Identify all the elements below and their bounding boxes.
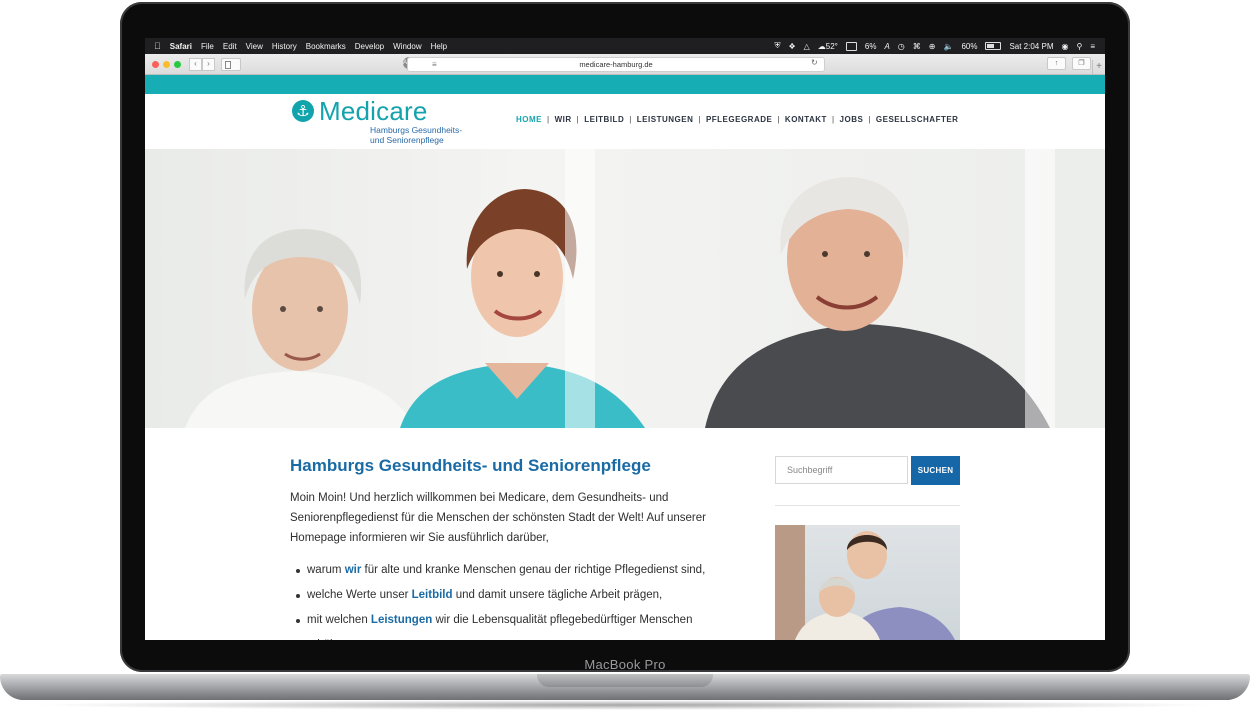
close-window-icon[interactable] [152, 60, 159, 68]
sidebar-photo [775, 525, 960, 640]
link-leistungen[interactable]: Leistungen [371, 614, 432, 626]
site-tagline: Hamburgs Gesundheits- und Seniorenpflege [370, 125, 462, 145]
tagline-line-2: und Seniorenpflege [370, 135, 444, 145]
shield-icon[interactable]: ⛨ [774, 41, 780, 51]
main-content: Hamburgs Gesundheits- und Seniorenpflege… [145, 428, 1105, 640]
site-header: ⚓ Medicare Hamburgs Gesundheits- und Sen… [145, 94, 1105, 149]
sidebar-photo-illustration [775, 525, 955, 640]
laptop-shadow [30, 700, 1220, 710]
link-leitbild[interactable]: Leitbild [412, 589, 453, 601]
search-input[interactable]: Suchbegriff [775, 456, 908, 484]
elderly-woman-figure [185, 229, 415, 428]
time-machine-icon[interactable]: ◷ [898, 42, 905, 51]
wall-stripe [565, 149, 595, 428]
bullet-dot [296, 569, 300, 573]
nurse-figure [400, 189, 645, 428]
search-button[interactable]: SUCHEN [911, 456, 960, 485]
laptop-notch [537, 674, 713, 687]
address-bar[interactable]: ≡ medicare-hamburg.de [407, 57, 825, 72]
bullet-text: für alte und kranke Menschen genau der r… [361, 564, 706, 576]
nav-gesellschafter[interactable]: GESELLSCHAFTER [871, 115, 964, 124]
list-item: welche Werte unser Leitbild und damit un… [290, 583, 710, 608]
menubar-clock[interactable]: Sat 2:04 PM [1009, 42, 1053, 51]
anchor-icon[interactable]: ⚓ [292, 100, 314, 122]
elderly-man-figure [705, 177, 1050, 428]
nav-leitbild[interactable]: LEITBILD [579, 115, 629, 124]
memory-icon[interactable] [845, 41, 857, 51]
macos-menubar:  Safari File Edit View History Bookmark… [145, 38, 1105, 54]
sidebar-divider [775, 505, 960, 506]
main-navigation: HOME | WIR | LEITBILD | LEISTUNGEN | PFLEGEG… [516, 115, 963, 124]
laptop-screen:  Safari File Edit View History Bookmark… [145, 38, 1105, 640]
nav-jobs[interactable]: JOBS [835, 115, 869, 124]
device-label: MacBook Pro [584, 657, 666, 672]
nav-pflegegrade[interactable]: PFLEGEGRADE [701, 115, 777, 124]
bullet-dot [296, 619, 300, 623]
battery-icon[interactable] [985, 42, 1002, 50]
weather-temperature[interactable]: ☁52° [818, 42, 838, 51]
bullet-dot [296, 594, 300, 598]
forward-button[interactable]: › [202, 57, 215, 71]
new-tab-button[interactable]: + [1092, 60, 1105, 74]
wall-stripe [1025, 149, 1055, 428]
nav-kontakt[interactable]: KONTAKT [780, 115, 832, 124]
menu-file[interactable]: File [201, 42, 214, 51]
menu-bookmarks[interactable]: Bookmarks [306, 42, 346, 51]
bullet-text: und damit unsere tägliche Arbeit prägen, [452, 589, 663, 601]
menu-help[interactable]: Help [431, 42, 447, 51]
safari-toolbar: ‹ › ABP ≡ medicare-hamburg.de ↻ ↑ ❐ + [145, 54, 1105, 75]
user-icon[interactable]: ◉ [1061, 42, 1068, 51]
menu-view[interactable]: View [246, 42, 263, 51]
reload-icon[interactable]: ↻ [811, 58, 818, 67]
site-logo[interactable]: Medicare [319, 96, 428, 127]
sidebar-toggle-button[interactable] [221, 57, 241, 71]
menu-develop[interactable]: Develop [355, 42, 384, 51]
menu-window[interactable]: Window [393, 42, 421, 51]
font-icon[interactable]: A [884, 42, 889, 51]
wifi-icon[interactable]: ⌘ [913, 42, 921, 51]
cpu-usage[interactable]: 6% [865, 42, 877, 51]
back-button[interactable]: ‹ [189, 57, 202, 71]
bullet-text: welche Werte unser [307, 589, 412, 601]
hero-illustration [185, 177, 1050, 428]
dropbox-icon[interactable]: ❖ [788, 42, 795, 51]
tagline-line-1: Hamburgs Gesundheits- [370, 125, 463, 135]
minimize-window-icon[interactable] [163, 60, 170, 68]
spotlight-search-icon[interactable]: ⚲ [1076, 42, 1082, 51]
list-item: mit welchen Leistungen wir die Lebensqua… [290, 608, 710, 640]
hero-image [145, 149, 1105, 428]
page-title: Hamburgs Gesundheits- und Seniorenpflege [290, 456, 651, 475]
volume-icon[interactable]: 🔈 [943, 42, 953, 51]
weather-icon: ☁ [817, 41, 826, 51]
menu-history[interactable]: History [272, 42, 297, 51]
bullet-text: warum [307, 564, 345, 576]
list-item: warum wir für alte und kranke Menschen g… [290, 558, 710, 583]
share-icon[interactable]: ↑ [1047, 57, 1066, 70]
feature-list: warum wir für alte und kranke Menschen g… [290, 558, 710, 640]
apple-icon[interactable]:  [154, 41, 161, 51]
nav-wir[interactable]: WIR [550, 115, 577, 124]
reader-view-icon[interactable]: ≡ [432, 58, 437, 71]
menu-edit[interactable]: Edit [223, 42, 237, 51]
airplay-icon[interactable]: △ [804, 42, 810, 51]
top-accent-bar [145, 75, 1105, 94]
zoom-window-icon[interactable] [174, 60, 181, 68]
nav-home[interactable]: HOME [516, 115, 547, 124]
notification-center-icon[interactable]: ≡ [1090, 42, 1095, 51]
link-wir[interactable]: wir [345, 564, 362, 576]
bluetooth-icon[interactable]: ⊕ [929, 42, 936, 51]
battery-percent[interactable]: 60% [961, 42, 977, 51]
tabs-overview-icon[interactable]: ❐ [1072, 57, 1091, 70]
bullet-text: mit welchen [307, 614, 371, 626]
url-text: medicare-hamburg.de [579, 60, 653, 69]
app-menu-safari[interactable]: Safari [170, 42, 192, 51]
intro-paragraph: Moin Moin! Und herzlich willkommen bei M… [290, 492, 706, 544]
nav-leistungen[interactable]: LEISTUNGEN [632, 115, 699, 124]
